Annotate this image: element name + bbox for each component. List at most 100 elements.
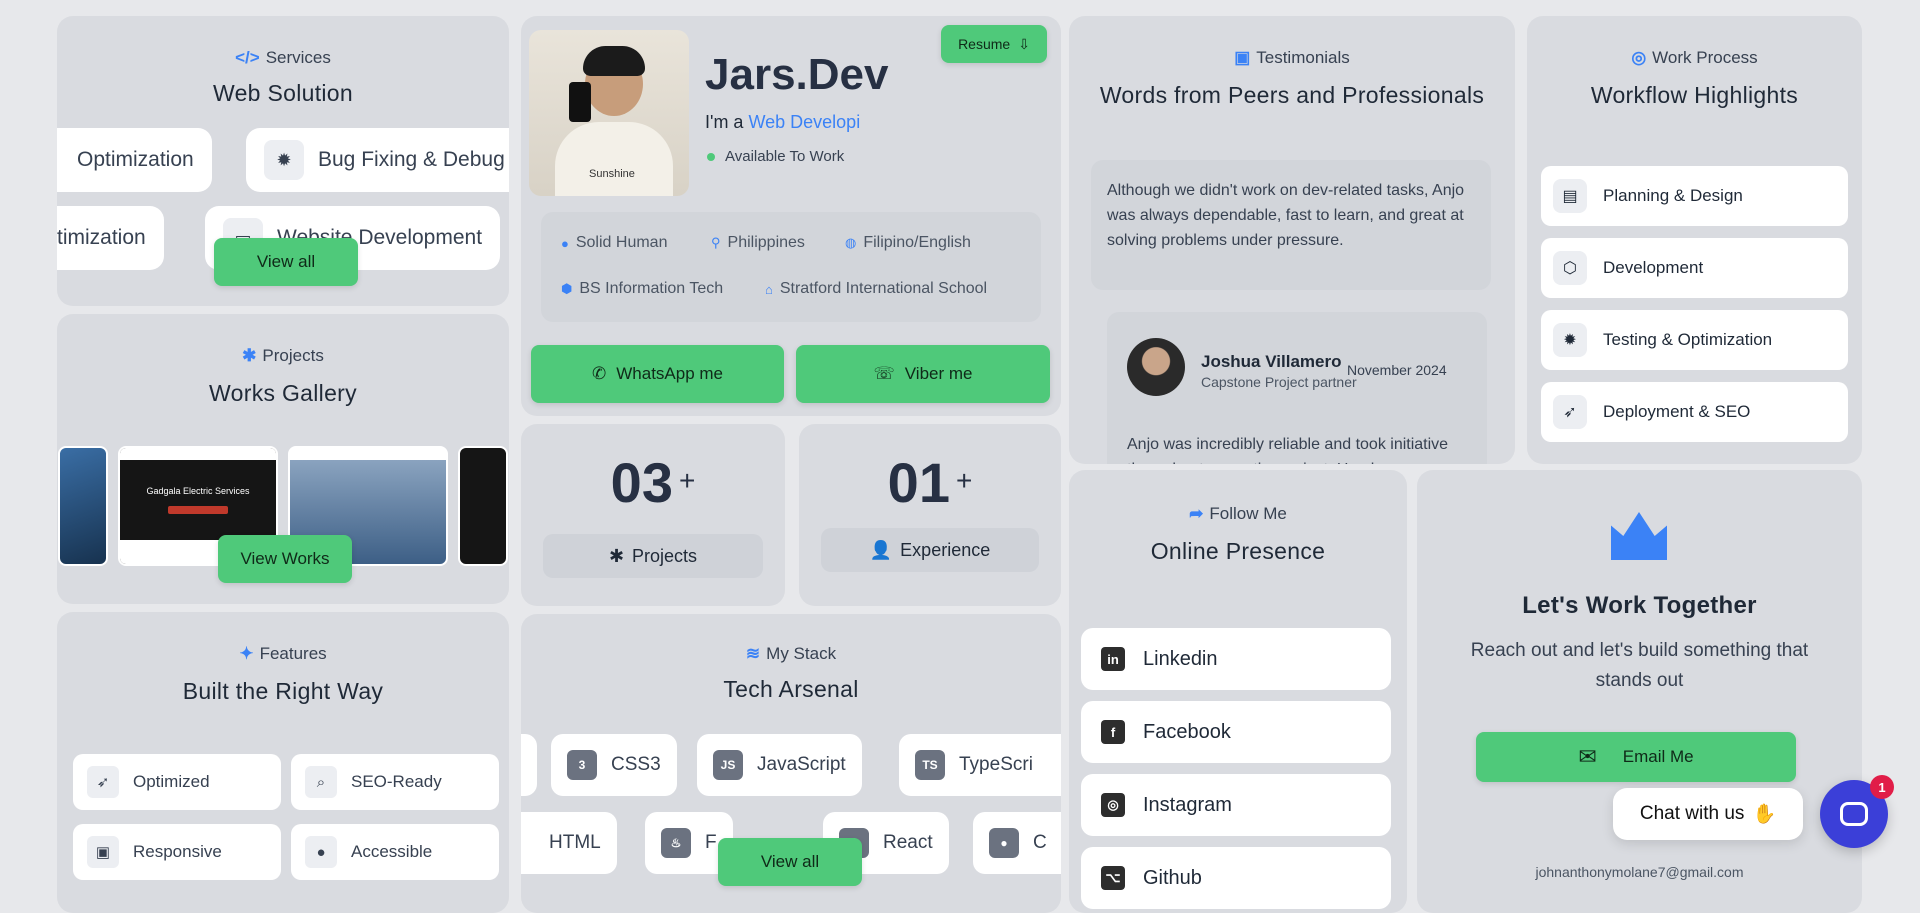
tech-typescript: TS TypeScri — [899, 734, 1061, 796]
view-works-button[interactable]: View Works — [218, 535, 352, 583]
chat-badge: 1 — [1870, 775, 1894, 799]
layers-icon: ≋ — [745, 644, 761, 663]
user-icon: ● — [561, 235, 569, 251]
project-thumbnail[interactable] — [458, 446, 508, 566]
stat-card-projects: 03 + ✱ Projects — [521, 424, 785, 606]
projects-title: Works Gallery — [209, 380, 357, 406]
search-icon: ⌕ — [305, 766, 337, 798]
service-pill: ✹ Bug Fixing & Debug — [246, 128, 509, 192]
sparkle-icon: ✦ — [239, 644, 254, 663]
features-title: Built the Right Way — [182, 678, 384, 704]
tech-css3: 3 CSS3 — [551, 734, 677, 796]
workflow-development: ⬡ Development — [1541, 238, 1848, 298]
profile-info-panel — [541, 212, 1041, 322]
info-degree: ⬢ BS Information Tech — [561, 280, 724, 297]
whatsapp-button[interactable]: ✆ WhatsApp me — [531, 345, 784, 403]
stack-eyebrow: ≋ My Stack — [745, 644, 837, 663]
devices-icon: ▣ — [87, 836, 119, 868]
whatsapp-icon: ✆ — [591, 364, 607, 383]
services-card: </> Services Web Solution Optimization ✹ B… — [57, 16, 509, 306]
code-icon: </> — [235, 48, 260, 67]
follow-eyebrow: ➦ Follow Me — [1189, 504, 1287, 523]
projects-label: ✱ Projects — [543, 534, 763, 578]
testimonials-eyebrow: ▣ Testimonials — [1234, 48, 1350, 67]
experience-count: 01 + — [887, 451, 973, 514]
work-process-card: ◎ Work Process Workflow Highlights ▤ Plann… — [1527, 16, 1862, 464]
projects-eyebrow: ✱ Projects — [242, 346, 324, 365]
css3-icon: 3 — [567, 750, 597, 780]
cta-text: Reach out and let's build something that… — [1470, 640, 1809, 691]
author-avatar — [1127, 338, 1185, 396]
workflow-deployment: ➶ Deployment & SEO — [1541, 382, 1848, 442]
services-view-all-button[interactable]: View all — [214, 238, 358, 286]
testimonial-date: November 2024 — [1347, 362, 1447, 378]
language-icon: ◍ — [845, 235, 857, 250]
graduation-icon: ⬢ — [561, 281, 573, 296]
email-me-button[interactable]: ✉ Email Me — [1476, 732, 1796, 782]
profile-role: I'm a Web Developi — [705, 112, 861, 132]
resume-button[interactable]: Resume ⇩ — [941, 25, 1047, 63]
feature-seo-ready: ⌕ SEO-Ready — [291, 754, 499, 810]
mail-icon: ✉ — [1578, 744, 1597, 769]
bug-icon: ✹ — [264, 140, 304, 180]
typescript-icon: TS — [915, 750, 945, 780]
tech-pill — [521, 734, 537, 796]
email-address[interactable]: johnanthonymolane7@gmail.com — [1417, 864, 1862, 880]
stat-card-experience: 01 + 👤 Experience — [799, 424, 1061, 606]
viber-button[interactable]: ☏ Viber me — [796, 345, 1050, 403]
info-solid-human: ● Solid Human — [561, 234, 668, 251]
puzzle-icon: ✱ — [608, 545, 625, 566]
profile-name: Jars.Dev — [705, 50, 889, 99]
features-card: ✦ Features Built the Right Way ➶ Optimized… — [57, 612, 509, 913]
feature-responsive: ▣ Responsive — [73, 824, 281, 880]
project-thumbnail-caption: Gadgala Electric Services — [146, 486, 250, 496]
profile-card: Sunshine Jars.Dev I'm a Web Developi Ava… — [521, 16, 1061, 416]
clipboard-icon: ▤ — [1553, 179, 1587, 213]
facebook-link[interactable]: f Facebook — [1081, 701, 1391, 763]
linkedin-link[interactable]: in Linkedin — [1081, 628, 1391, 690]
school-icon: ⌂ — [765, 281, 773, 297]
project-thumbnail[interactable] — [58, 446, 108, 566]
service-pill: timization — [57, 206, 164, 270]
shirt-print: Sunshine — [589, 168, 635, 180]
stack-view-all-button[interactable]: View all — [718, 838, 862, 886]
testimonial-author-card: Joshua Villamero Capstone Project partne… — [1107, 312, 1487, 464]
tech-javascript: JS JavaScript — [697, 734, 862, 796]
firebase-icon: ♨ — [661, 828, 691, 858]
instagram-link[interactable]: ◎ Instagram — [1081, 774, 1391, 836]
github-icon: ⌥ — [1101, 866, 1125, 890]
instagram-icon: ◎ — [1101, 793, 1125, 817]
feature-accessible: ● Accessible — [291, 824, 499, 880]
github-link[interactable]: ⌥ Github — [1081, 847, 1391, 909]
work-process-title: Workflow Highlights — [1590, 82, 1799, 108]
facebook-icon: f — [1101, 720, 1125, 744]
rocket-icon: ➶ — [1553, 395, 1587, 429]
testimonials-card: ▣ Testimonials Words from Peers and Profe… — [1069, 16, 1515, 464]
services-title: Web Solution — [213, 80, 353, 106]
bug-icon: ✹ — [1553, 323, 1587, 357]
javascript-icon: JS — [713, 750, 743, 780]
share-icon: ➦ — [1189, 504, 1204, 523]
author-name: Joshua Villamero — [1201, 352, 1342, 371]
services-eyebrow: </> Services — [235, 48, 331, 67]
tech-other: ● C — [973, 812, 1061, 874]
rocket-icon: ➶ — [87, 766, 119, 798]
workflow-planning: ▤ Planning & Design — [1541, 166, 1848, 226]
info-location: ⚲ Philippines — [711, 234, 805, 251]
features-eyebrow: ✦ Features — [239, 644, 327, 663]
tech-html: HTML — [521, 812, 617, 874]
accessibility-icon: ● — [305, 836, 337, 868]
wave-icon: ✋ — [1752, 804, 1777, 825]
person-icon: 👤 — [869, 539, 893, 560]
cubes-icon: ⬡ — [1553, 251, 1587, 285]
chat-label[interactable]: Chat with us ✋ — [1613, 788, 1803, 840]
puzzle-icon: ✱ — [242, 346, 257, 365]
follow-card: ➦ Follow Me Online Presence in Linkedin fF… — [1069, 470, 1407, 913]
chat-bubble-icon — [1840, 802, 1868, 826]
cycle-icon: ◎ — [1631, 48, 1647, 67]
feature-optimized: ➶ Optimized — [73, 754, 281, 810]
info-language: ◍ Filipino/English — [845, 234, 971, 251]
follow-title: Online Presence — [1150, 538, 1326, 564]
testimonial-quote-2: Anjo was incredibly reliable and took in… — [1127, 436, 1449, 464]
viber-icon: ☏ — [873, 364, 895, 383]
